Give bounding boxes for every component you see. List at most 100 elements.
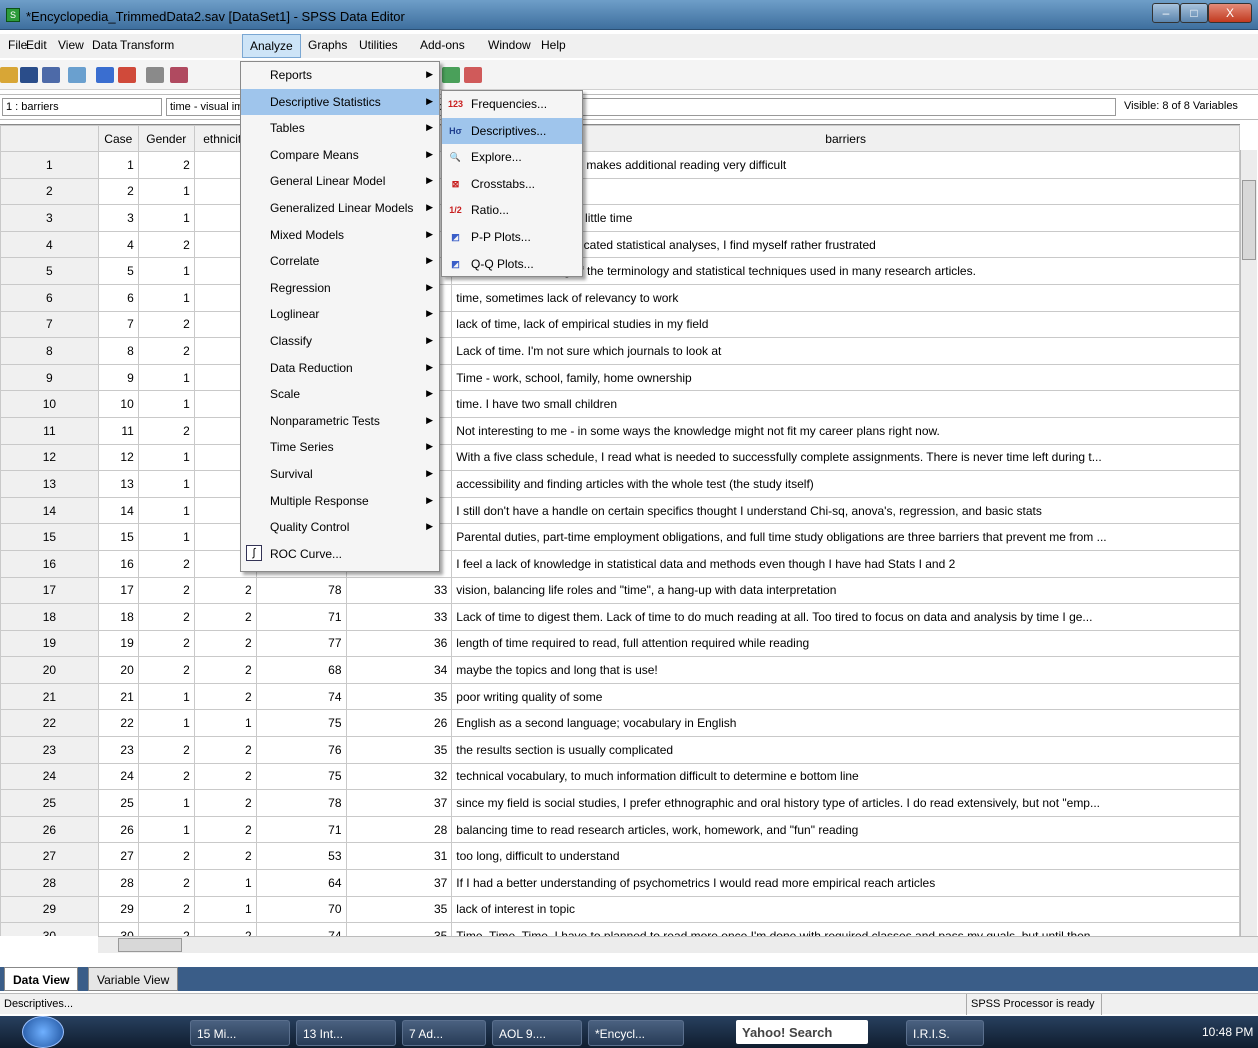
data-cell-eth[interactable]: 2 — [193, 736, 257, 764]
submenu-item-explore[interactable]: 🔍 Explore... — [442, 144, 582, 171]
data-cell-case[interactable]: 11 — [97, 416, 139, 445]
data-cell-gender[interactable]: 2 — [137, 416, 195, 445]
data-cell-barriers[interactable]: Parental duties, part-time employment ob… — [451, 523, 1240, 551]
row-number[interactable]: 10 — [0, 390, 99, 418]
menu-analyze[interactable]: Analyze — [242, 34, 301, 58]
data-cell-barriers[interactable]: If I had a better understanding of psych… — [451, 869, 1240, 897]
menu-data[interactable]: Data — [92, 38, 117, 52]
row-number[interactable]: 4 — [0, 230, 99, 259]
data-cell-gender[interactable]: 2 — [137, 629, 195, 658]
data-cell-eth[interactable]: 1 — [193, 869, 257, 897]
data-cell-case[interactable]: 13 — [97, 470, 139, 498]
cell-reference[interactable]: 1 : barriers — [2, 98, 162, 116]
use-sets-icon[interactable] — [442, 67, 460, 83]
save-icon[interactable] — [20, 67, 38, 83]
data-cell-barriers[interactable]: accessibility and finding articles with … — [451, 470, 1240, 498]
data-cell-barriers[interactable]: since my field is social studies, I pref… — [451, 789, 1240, 817]
yahoo-search-box[interactable]: Yahoo! Search — [736, 1020, 868, 1044]
data-cell-barriers[interactable]: too long, difficult to understand — [451, 842, 1240, 871]
data-cell-barriers[interactable]: Lack of time to digest them. Lack of tim… — [451, 603, 1240, 631]
data-cell-eth[interactable]: 2 — [193, 576, 257, 605]
data-cell-gender[interactable]: 2 — [137, 736, 195, 764]
submenu-item-ratio[interactable]: 1/2 Ratio... — [442, 197, 582, 224]
row-header-corner[interactable] — [0, 125, 99, 152]
data-cell-gender[interactable]: 2 — [137, 762, 195, 791]
analyze-item-scale[interactable]: Scale ▶ — [241, 381, 439, 408]
data-cell-barriers[interactable]: technical vocabulary, to much informatio… — [451, 762, 1240, 791]
data-cell-gender[interactable]: 2 — [137, 869, 195, 897]
analyze-item-time-series[interactable]: Time Series ▶ — [241, 434, 439, 461]
data-cell-gender[interactable]: 2 — [137, 310, 195, 339]
data-cell-gender[interactable]: 1 — [137, 682, 195, 711]
data-cell-case[interactable]: 1 — [97, 151, 139, 179]
data-cell-gender[interactable]: 2 — [137, 656, 195, 684]
taskbar-item-ie[interactable]: 13 Int... — [296, 1020, 396, 1046]
data-cell-case[interactable]: 9 — [97, 363, 139, 392]
row-number[interactable]: 2 — [0, 177, 99, 206]
minimize-button[interactable]: – — [1152, 3, 1180, 23]
data-cell-eth[interactable]: 2 — [193, 682, 257, 711]
submenu-item-p-p-plots[interactable]: ◩ P-P Plots... — [442, 224, 582, 251]
tab-data-view[interactable]: Data View — [4, 967, 79, 991]
goto-case-icon[interactable] — [146, 67, 164, 83]
scroll-thumb[interactable] — [1242, 180, 1256, 260]
data-cell-case[interactable]: 22 — [97, 709, 139, 738]
data-cell-case[interactable]: 10 — [97, 390, 139, 418]
menu-graphs[interactable]: Graphs — [308, 38, 347, 52]
analyze-item-generalized-linear-models[interactable]: Generalized Linear Models ▶ — [241, 195, 439, 222]
analyze-item-data-reduction[interactable]: Data Reduction ▶ — [241, 355, 439, 382]
data-cell-barriers[interactable]: English as a second language; vocabulary… — [451, 709, 1240, 738]
data-cell-age[interactable]: 71 — [255, 603, 347, 631]
analyze-item-regression[interactable]: Regression ▶ — [241, 275, 439, 302]
menu-edit[interactable]: Edit — [26, 38, 47, 52]
data-cell-gender[interactable]: 2 — [137, 603, 195, 631]
show-all-icon[interactable] — [464, 67, 482, 83]
row-number[interactable]: 8 — [0, 337, 99, 365]
data-cell-case[interactable]: 12 — [97, 443, 139, 472]
data-cell-eth[interactable]: 2 — [193, 789, 257, 817]
title-bar[interactable]: S *Encyclopedia_TrimmedData2.sav [DataSe… — [0, 0, 1258, 30]
data-cell-barriers[interactable]: lack of time, lack of empirical studies … — [451, 310, 1240, 339]
data-cell-gender[interactable]: 1 — [137, 443, 195, 472]
taskbar-item-word[interactable]: 15 Mi... — [190, 1020, 290, 1046]
row-number[interactable]: 6 — [0, 283, 99, 312]
data-cell-gender[interactable]: 1 — [137, 496, 195, 525]
data-cell-case[interactable]: 4 — [97, 230, 139, 259]
data-cell-gender[interactable]: 1 — [137, 709, 195, 738]
insert-case-icon[interactable] — [170, 67, 188, 83]
row-number[interactable]: 27 — [0, 842, 99, 871]
data-cell-age[interactable]: 78 — [255, 789, 347, 817]
data-cell-barriers[interactable]: lack of interest in topic — [451, 895, 1240, 924]
submenu-item-q-q-plots[interactable]: ◩ Q-Q Plots... — [442, 251, 582, 278]
data-cell-gender[interactable]: 2 — [137, 151, 195, 179]
data-cell-gender[interactable]: 1 — [137, 363, 195, 392]
maximize-button[interactable]: □ — [1180, 3, 1208, 23]
data-cell-gender[interactable]: 2 — [137, 549, 195, 578]
submenu-item-crosstabs[interactable]: ⊠ Crosstabs... — [442, 171, 582, 198]
analyze-item-compare-means[interactable]: Compare Means ▶ — [241, 142, 439, 169]
data-cell-age[interactable]: 71 — [255, 815, 347, 844]
data-cell-case[interactable]: 15 — [97, 523, 139, 551]
row-number[interactable]: 16 — [0, 549, 99, 578]
data-cell-case[interactable]: 27 — [97, 842, 139, 871]
data-cell-barriers[interactable]: With a five class schedule, I read what … — [451, 443, 1240, 472]
data-cell-case[interactable]: 20 — [97, 656, 139, 684]
row-number[interactable]: 23 — [0, 736, 99, 764]
row-number[interactable]: 7 — [0, 310, 99, 339]
data-cell-gender[interactable]: 1 — [137, 390, 195, 418]
data-cell-score[interactable]: 35 — [345, 736, 453, 764]
taskbar-item-acrobat[interactable]: 7 Ad... — [402, 1020, 486, 1046]
submenu-item-descriptives[interactable]: Hσ Descriptives... — [442, 117, 582, 145]
data-cell-case[interactable]: 26 — [97, 815, 139, 844]
row-number[interactable]: 1 — [0, 151, 99, 179]
data-cell-case[interactable]: 16 — [97, 549, 139, 578]
data-cell-score[interactable]: 32 — [345, 762, 453, 791]
row-number[interactable]: 19 — [0, 629, 99, 658]
data-cell-eth[interactable]: 2 — [193, 629, 257, 658]
data-cell-barriers[interactable]: balancing time to read research articles… — [451, 815, 1240, 844]
scroll-thumb[interactable] — [118, 938, 182, 952]
data-cell-score[interactable]: 34 — [345, 656, 453, 684]
print-icon[interactable] — [42, 67, 60, 83]
data-cell-barriers[interactable]: the results section is usually complicat… — [451, 736, 1240, 764]
row-number[interactable]: 17 — [0, 576, 99, 605]
